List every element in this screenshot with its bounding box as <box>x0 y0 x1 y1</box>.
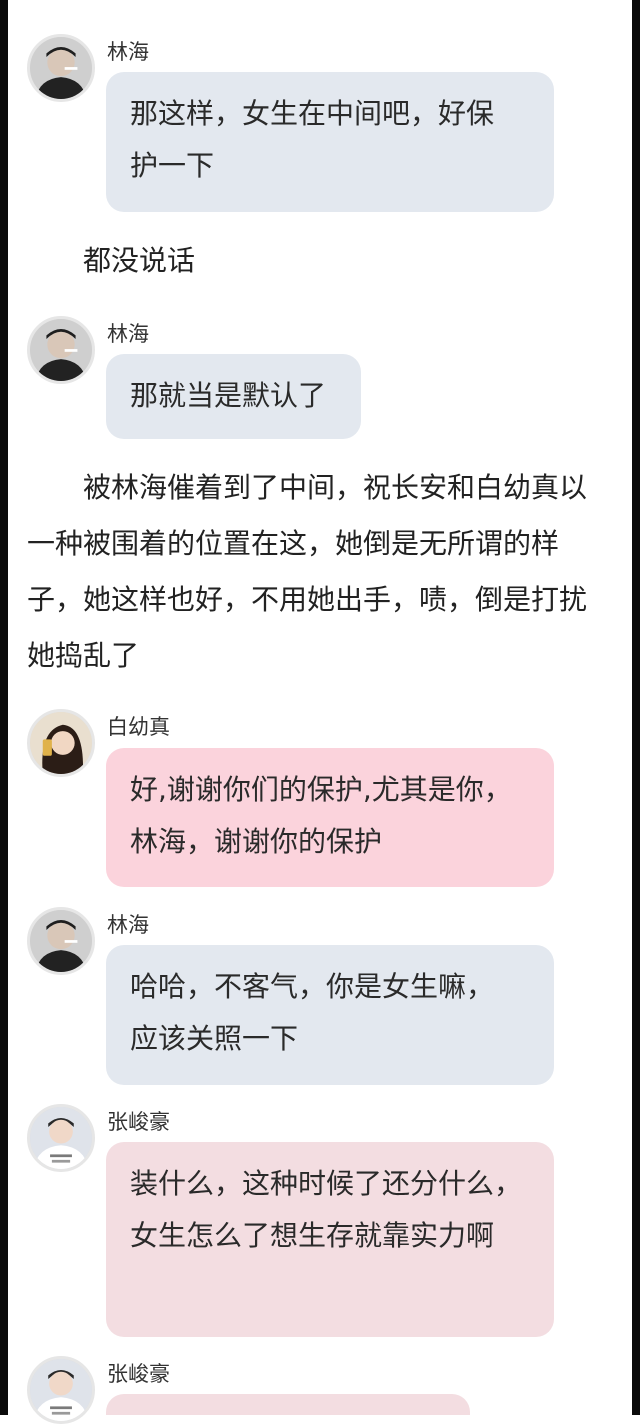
message-line: 那这样，女生在中间吧，好保 <box>130 97 495 130</box>
avatar-zhangjunhao-icon <box>30 1107 92 1169</box>
left-frame-edge <box>0 0 8 1415</box>
message-line: 哈哈，不客气，你是女生嘛， <box>130 970 495 1003</box>
message-line: 林海，谢谢你的保护 <box>130 825 383 858</box>
message-bubble[interactable]: 好,谢谢你们的保护,尤其是你， 林海，谢谢你的保护 <box>106 748 554 887</box>
sender-name: 张峻豪 <box>107 1362 170 1386</box>
sender-name: 林海 <box>107 322 149 346</box>
message-line: 装什么，这种时候了还分什么， <box>130 1167 523 1200</box>
avatar-linhai[interactable] <box>27 316 95 384</box>
message-bubble[interactable]: 哈哈，不客气，你是女生嘛， 应该关照一下 <box>106 945 554 1085</box>
message-bubble[interactable]: 那这样，女生在中间吧，好保 护一下 <box>106 72 554 212</box>
message-line: 好,谢谢你们的保护,尤其是你， <box>130 773 512 806</box>
message-bubble[interactable]: 那就当是默认了 <box>106 354 361 439</box>
narration-text: 被林海催着到了中间，祝长安和白幼真以一种被围着的位置在这，她倒是无所谓的样子，她… <box>27 460 602 684</box>
message-bubble[interactable]: 装什么，这种时候了还分什么， 女生怎么了想生存就靠实力啊 <box>106 1142 554 1337</box>
avatar-linhai-icon <box>30 37 92 99</box>
narration-paragraph: 都没说话 <box>83 244 196 277</box>
avatar-linhai-icon <box>30 319 92 381</box>
message-line: 女生怎么了想生存就靠实力啊 <box>130 1219 495 1252</box>
message-line: 护一下 <box>130 149 215 182</box>
message-line: 应该关照一下 <box>130 1022 299 1055</box>
avatar-zhangjunhao[interactable] <box>27 1356 95 1424</box>
avatar-linhai[interactable] <box>27 34 95 102</box>
avatar-baiyouzhen[interactable] <box>27 709 95 777</box>
message-line: 那就当是默认了 <box>130 379 327 412</box>
avatar-zhangjunhao-icon <box>30 1359 92 1421</box>
sender-name: 林海 <box>107 913 149 937</box>
avatar-linhai[interactable] <box>27 907 95 975</box>
avatar-baiyouzhen-icon <box>30 712 92 774</box>
sender-name: 张峻豪 <box>107 1110 170 1134</box>
right-frame-edge <box>632 0 640 1415</box>
sender-name: 林海 <box>107 40 149 64</box>
sender-name: 白幼真 <box>107 715 170 739</box>
avatar-zhangjunhao[interactable] <box>27 1104 95 1172</box>
avatar-linhai-icon <box>30 910 92 972</box>
message-bubble-partial[interactable] <box>106 1394 470 1415</box>
narration-text: 都没说话 <box>27 233 602 289</box>
narration-paragraph: 被林海催着到了中间，祝长安和白幼真以一种被围着的位置在这，她倒是无所谓的样子，她… <box>27 471 588 672</box>
